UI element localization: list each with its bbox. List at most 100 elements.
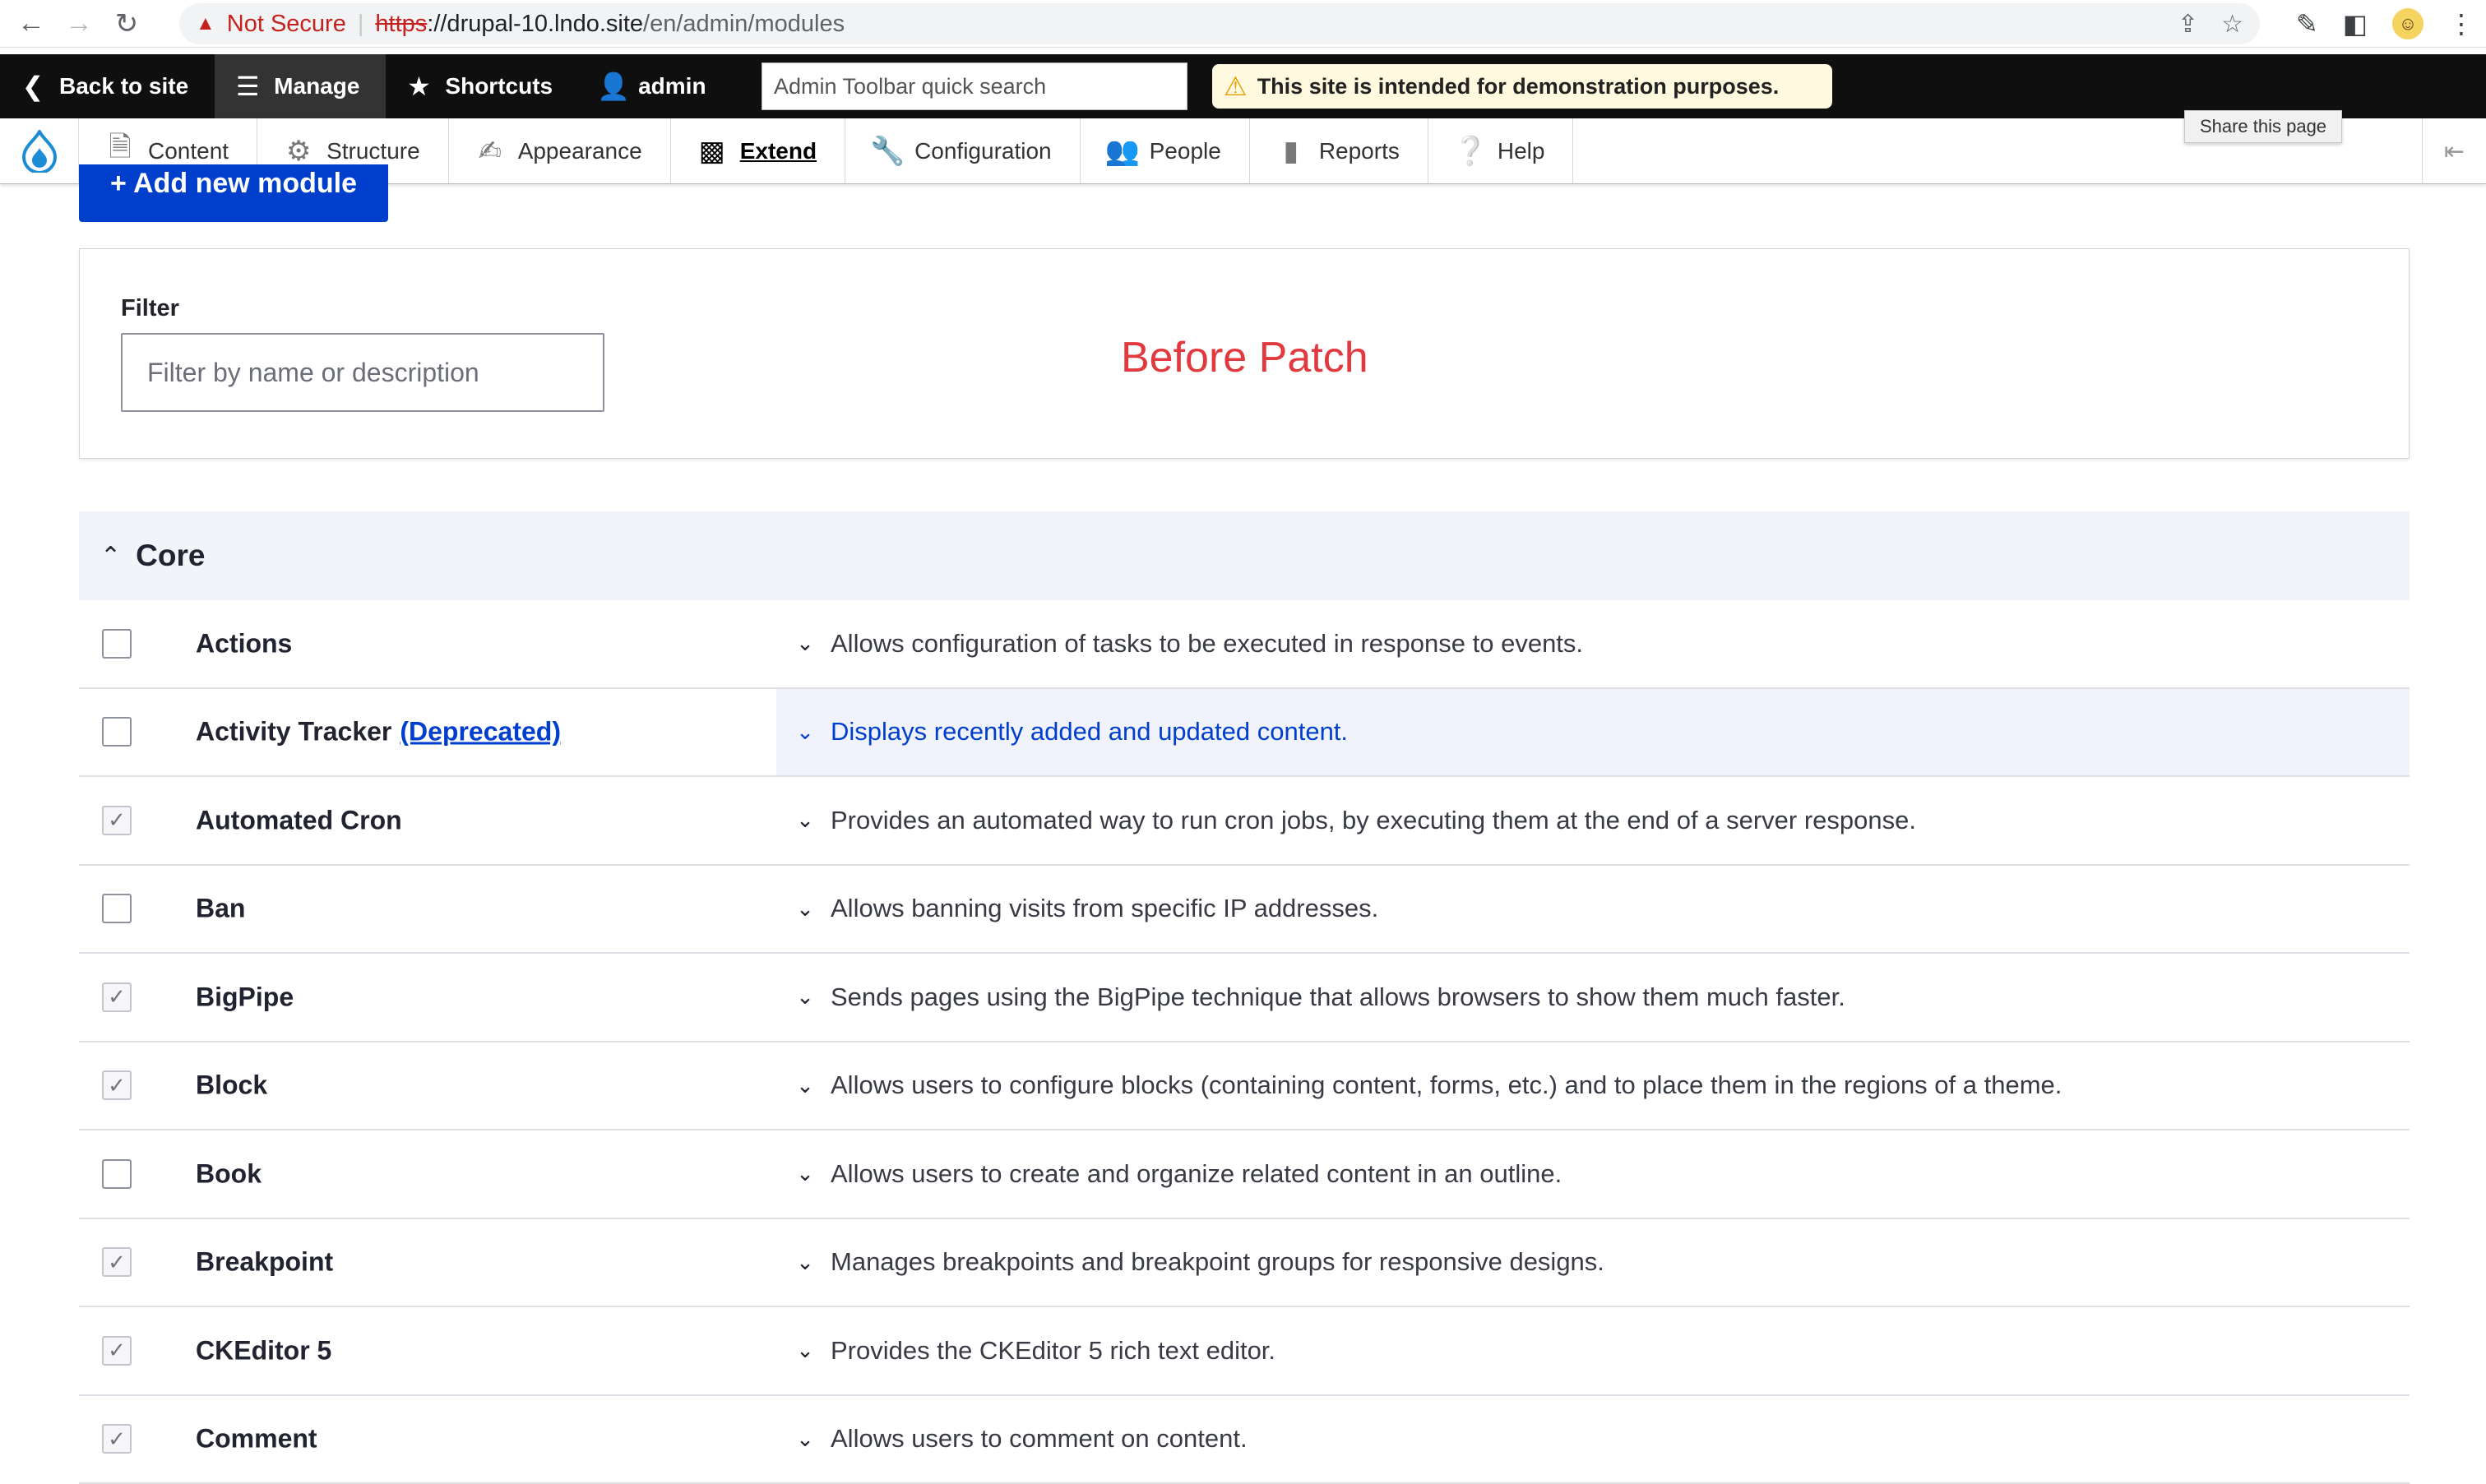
module-row: ✓CKEditor 5⌄Provides the CKEditor 5 rich… [79,1307,2410,1396]
module-name: Ban [196,894,245,924]
menu-item-help[interactable]: ❔ Help [1428,118,1574,183]
module-name-label: Book [196,1158,262,1188]
module-checkbox[interactable]: ✓ [102,1336,132,1366]
module-description: Provides an automated way to run cron jo… [831,806,1916,835]
menu-item-reports[interactable]: ▮ Reports [1250,118,1428,183]
module-checkbox[interactable] [102,1159,132,1189]
module-row: ✓ Comment ⌄ Allows users to comment on cont… [79,1396,2410,1484]
chevron-down-icon: ⌄ [794,1426,816,1452]
module-description-toggle[interactable]: ⌄Provides an automated way to run cron j… [776,777,2410,864]
module-name-label: BigPipe [196,982,294,1011]
module-row: Book ⌄Allows users to create and organize… [79,1130,2410,1219]
module-checkbox[interactable]: ✓ [102,806,132,835]
add-new-module-button[interactable]: + Add new module [79,164,388,222]
module-checkbox[interactable]: ✓ [102,1070,132,1100]
shortcuts-tab[interactable]: ★ Shortcuts [386,54,579,118]
shortcuts-label: Shortcuts [445,73,553,99]
module-row: ✓ Automated Cron ⌄Provides an automated wa… [79,777,2410,866]
module-description-toggle[interactable]: ⌄Allows users to configure blocks (conta… [776,1042,2410,1130]
admin-quick-search-input[interactable]: Admin Toolbar quick search [762,62,1187,110]
menu-item-label: People [1150,138,1221,164]
module-name-label: Comment [196,1424,317,1454]
module-description-toggle[interactable]: ⌄Allows users to create and organize rel… [776,1130,2410,1218]
core-section-header[interactable]: ⌃ Core [79,511,2410,600]
module-description-toggle[interactable]: ⌄Allows banning visits from specific IP … [776,866,2410,953]
menu-item-extend[interactable]: ▩ Extend [671,118,845,183]
drupal-logo-icon[interactable] [0,118,79,183]
chevron-down-icon: ⌄ [794,1161,816,1186]
bar-chart-icon: ▮ [1275,135,1308,168]
warning-triangle-icon: ▲ [196,12,215,35]
star-icon: ★ [404,71,433,102]
menu-item-appearance[interactable]: ✍ Appearance [449,118,671,183]
demo-notice-text: This site is intended for demonstration … [1257,74,1780,99]
module-description-toggle[interactable]: ⌄Manages breakpoints and breakpoint grou… [776,1219,2410,1306]
module-name: Automated Cron [196,805,402,835]
star-icon[interactable]: ☆ [2221,10,2243,39]
module-description: Allows users to configure blocks (contai… [831,1070,2062,1100]
filter-input[interactable]: Filter by name or description [121,333,604,412]
browser-actions: ✎ ◧ ☺ ⋮ [2296,3,2474,44]
back-to-site-link[interactable]: ❮ Back to site [0,54,215,118]
module-checkbox[interactable] [102,629,132,659]
module-description-toggle[interactable]: ⌄Displays recently added and updated con… [776,689,2410,776]
filter-panel: Filter Filter by name or description Bef… [79,248,2410,459]
module-name-label: Actions [196,628,292,658]
manage-tab[interactable]: ☰ Manage [215,54,386,118]
url-path: /en/admin/modules [643,11,845,38]
admin-toolbar: ❮ Back to site ☰ Manage ★ Shortcuts 👤 ad… [0,54,2486,118]
address-separator: | [358,11,364,38]
browser-menu-icon[interactable]: ⋮ [2448,8,2474,39]
module-row: ✓ BigPipe ⌄Sends pages using the BigPipe t… [79,954,2410,1042]
module-description: Allows configuration of tasks to be exec… [831,629,1583,659]
module-checkbox[interactable]: ✓ [102,1247,132,1277]
module-name-label: Activity Tracker [196,717,391,747]
menu-item-label: Content [148,138,229,164]
paintbrush-icon: ✍ [474,135,507,168]
deprecated-link[interactable]: (Deprecated) [400,717,561,747]
module-description-toggle[interactable]: ⌄Provides the CKEditor 5 rich text edito… [776,1307,2410,1394]
module-checkbox[interactable]: ✓ [102,982,132,1012]
menu-item-label: Extend [740,138,817,164]
address-bar[interactable]: ▲ Not Secure | https://drupal-10.lndo.si… [179,3,2260,44]
module-name: BigPipe [196,982,294,1012]
side-panel-icon[interactable]: ◧ [2343,8,2368,39]
module-checkbox[interactable] [102,717,132,747]
module-description-toggle[interactable]: ⌄ Allows users to comment on content. [776,1396,2410,1483]
collapse-tray-icon[interactable]: ⇤ [2422,118,2486,184]
menu-item-label: Help [1498,138,1545,164]
chevron-down-icon: ⌄ [794,984,816,1010]
wrench-icon: 🔧 [870,135,903,168]
module-name: Book [196,1158,262,1189]
module-row: Actions ⌄Allows configuration of tasks to… [79,600,2410,689]
module-row: ✓ Breakpoint ⌄Manages breakpoints and brea… [79,1219,2410,1308]
menu-item-label: Appearance [518,138,642,164]
share-icon[interactable]: ⇪ [2178,10,2198,39]
menu-item-configuration[interactable]: 🔧 Configuration [845,118,1081,183]
menu-item-people[interactable]: 👥 People [1081,118,1250,183]
module-description: Allows users to comment on content. [831,1424,1248,1454]
module-checkbox[interactable]: ✓ [102,1424,132,1454]
chevron-up-icon: ⌃ [100,542,121,571]
user-icon: 👤 [597,71,627,102]
user-tab[interactable]: 👤 admin [579,54,732,118]
module-name-label: Automated Cron [196,805,402,834]
module-checkbox[interactable] [102,894,132,923]
module-description: Allows banning visits from specific IP a… [831,894,1378,923]
puzzle-icon: ▩ [696,135,729,168]
menu-item-label: Reports [1319,138,1400,164]
profile-avatar[interactable]: ☺ [2392,8,2424,39]
module-description-toggle[interactable]: ⌄Allows configuration of tasks to be exe… [776,600,2410,687]
module-row: ✓Block⌄Allows users to configure blocks … [79,1042,2410,1131]
module-description: Manages breakpoints and breakpoint group… [831,1247,1604,1277]
module-name: Breakpoint [196,1247,333,1278]
module-description-toggle[interactable]: ⌄Sends pages using the BigPipe technique… [776,954,2410,1041]
reload-icon[interactable]: ↻ [107,4,146,44]
extensions-icon[interactable]: ✎ [2296,8,2318,39]
module-description: Provides the CKEditor 5 rich text editor… [831,1336,1275,1366]
user-label: admin [638,73,706,99]
module-name-label: Breakpoint [196,1247,333,1277]
menu-item-label: Structure [326,138,420,164]
forward-arrow-icon[interactable]: → [59,4,99,44]
back-arrow-icon[interactable]: ← [12,4,51,44]
